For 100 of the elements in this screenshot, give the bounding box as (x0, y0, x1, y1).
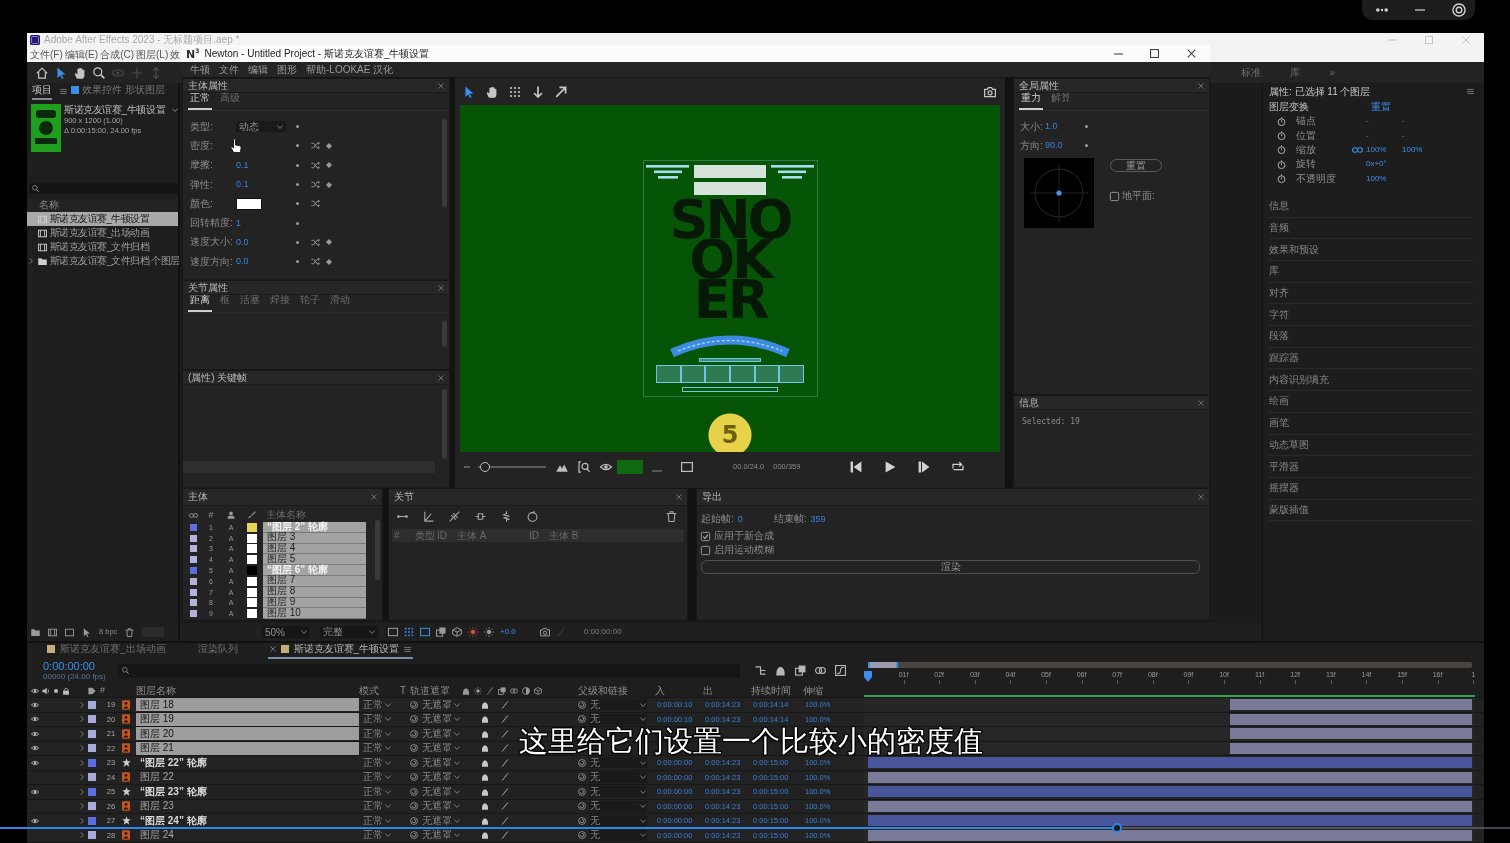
matte-dropdown[interactable]: 无遮罩 (421, 815, 461, 827)
panel-tab[interactable]: 高级 (218, 91, 242, 110)
spiral-icon[interactable] (578, 787, 586, 796)
link-icon[interactable] (188, 510, 198, 520)
panel-item[interactable]: 音频 (1269, 217, 1474, 240)
eye-icon[interactable] (31, 729, 39, 738)
panel-item[interactable]: 信息 (1269, 195, 1474, 218)
graph-icon[interactable] (835, 665, 846, 676)
timeline-tab[interactable]: 渲染队列 (195, 641, 240, 659)
project-item[interactable]: 斯诺克友谊赛_牛顿设置 (27, 212, 178, 226)
matte-dropdown[interactable]: 无遮罩 (421, 757, 461, 769)
panel-item[interactable]: 动态草图 (1269, 434, 1474, 457)
panel-item[interactable]: 段落 (1269, 326, 1474, 348)
trash-icon[interactable] (666, 510, 677, 522)
menu-item[interactable]: 牛顿 (190, 64, 210, 75)
project-item[interactable]: 斯诺克友谊赛_出场动画 (27, 226, 178, 240)
folder-icon[interactable] (31, 627, 40, 637)
shuffle-icon[interactable] (311, 257, 320, 267)
parent-dropdown[interactable]: 无 (589, 699, 647, 711)
spiral-icon[interactable] (410, 773, 418, 782)
wheel-icon[interactable] (527, 510, 538, 522)
matte-dropdown[interactable]: 无遮罩 (421, 800, 461, 812)
half-circle-icon[interactable] (522, 686, 530, 695)
checkbox[interactable] (1110, 191, 1119, 201)
property-value[interactable]: - (1366, 117, 1402, 126)
zoom-icon[interactable] (93, 66, 105, 79)
property-value[interactable]: 100% (1366, 174, 1402, 183)
mode-dropdown[interactable]: 正常 (362, 771, 392, 783)
swatch-icon[interactable] (88, 831, 96, 840)
crossed-lines-icon[interactable] (449, 510, 460, 522)
menu-item[interactable]: 图形 (277, 64, 297, 75)
swatch-icon[interactable] (247, 555, 257, 565)
dome-icon[interactable] (462, 686, 470, 695)
render-button[interactable]: 渲染 (701, 560, 1200, 574)
swatch-icon[interactable] (189, 610, 197, 618)
property-value[interactable]: 1 (236, 218, 241, 228)
eye-icon[interactable] (31, 744, 39, 753)
eye-icon[interactable] (31, 715, 39, 724)
workspace-tab[interactable]: 标准 (1241, 67, 1262, 78)
layer-name[interactable]: 图层 20 (136, 727, 359, 740)
panel-item[interactable]: 画笔 (1269, 412, 1474, 435)
panel-tab[interactable]: 枢 (218, 293, 232, 312)
column-header[interactable]: 入 (655, 684, 703, 697)
caret-icon[interactable] (80, 701, 84, 708)
parent-dropdown[interactable]: 无 (589, 757, 647, 769)
layer-name[interactable]: “图层 23” 轮廓 (136, 785, 359, 798)
shuffle-icon[interactable] (311, 160, 320, 170)
caret-icon[interactable] (80, 832, 84, 839)
lock-icon[interactable] (62, 686, 70, 695)
slider-thumb[interactable] (479, 462, 490, 472)
shuffle-icon[interactable] (311, 199, 320, 209)
panel-tab[interactable]: 轮子 (298, 293, 322, 312)
parent-dropdown[interactable]: 无 (589, 815, 647, 827)
swatch-icon[interactable] (189, 523, 197, 531)
body-name[interactable]: 图层 4 (263, 543, 366, 555)
hand-icon[interactable] (486, 85, 498, 98)
swatch-icon[interactable] (189, 534, 197, 542)
mode-dropdown[interactable]: 正常 (362, 742, 392, 754)
squares-icon[interactable] (436, 627, 446, 637)
diamond-icon[interactable] (326, 181, 332, 188)
layer-name[interactable]: 图层 18 (136, 698, 359, 711)
menu-item[interactable]: 效 (170, 49, 181, 60)
down-arrow-icon[interactable] (532, 85, 544, 98)
layer-name[interactable]: “图层 24” 轮廓 (136, 814, 359, 827)
swatch-icon[interactable] (189, 577, 197, 585)
matte-dropdown[interactable]: 无遮罩 (421, 771, 461, 783)
swatch-icon[interactable] (88, 700, 96, 709)
brush-icon[interactable] (248, 511, 256, 519)
property-value[interactable]: 100% (1402, 145, 1438, 154)
swatch-icon[interactable] (88, 729, 96, 738)
column-header[interactable]: 伸缩 (803, 684, 845, 697)
close-icon[interactable] (269, 646, 276, 652)
spiral-icon[interactable] (410, 715, 418, 724)
spiral-icon[interactable] (578, 816, 586, 825)
panel-tab[interactable]: 焊接 (268, 293, 292, 312)
property-value[interactable]: 1.0 (1045, 122, 1085, 131)
parent-dropdown[interactable]: 无 (589, 713, 647, 725)
property-value[interactable]: - (1402, 131, 1438, 140)
column-header[interactable]: 持续时间 (751, 684, 803, 697)
property-value[interactable]: 0.1 (236, 180, 249, 190)
camera-icon[interactable] (539, 627, 550, 637)
panel-tab[interactable]: 活塞 (238, 293, 262, 312)
diagonal-arrow-icon[interactable] (555, 85, 567, 98)
matte-dropdown[interactable]: 无遮罩 (421, 713, 461, 725)
work-area-bar[interactable] (868, 662, 1472, 668)
swatch-icon[interactable] (617, 460, 643, 474)
reset-link[interactable]: 重置 (1371, 102, 1391, 112)
spiral-icon[interactable] (578, 802, 586, 811)
dome-icon[interactable] (775, 665, 786, 676)
panel-tab[interactable]: 滑动 (328, 293, 352, 312)
mode-dropdown[interactable]: 正常 (362, 728, 392, 740)
stopwatch-icon[interactable] (1277, 145, 1286, 155)
diamond-icon[interactable] (326, 239, 332, 246)
swatch-icon[interactable] (247, 544, 257, 554)
matte-dropdown[interactable]: 无遮罩 (421, 786, 461, 798)
body-name[interactable]: 图层 10 (263, 608, 366, 620)
swatch-icon[interactable] (236, 197, 262, 210)
spiral-icon[interactable] (578, 700, 586, 709)
dot-icon[interactable] (53, 687, 59, 694)
skip-start-icon[interactable] (850, 461, 863, 473)
